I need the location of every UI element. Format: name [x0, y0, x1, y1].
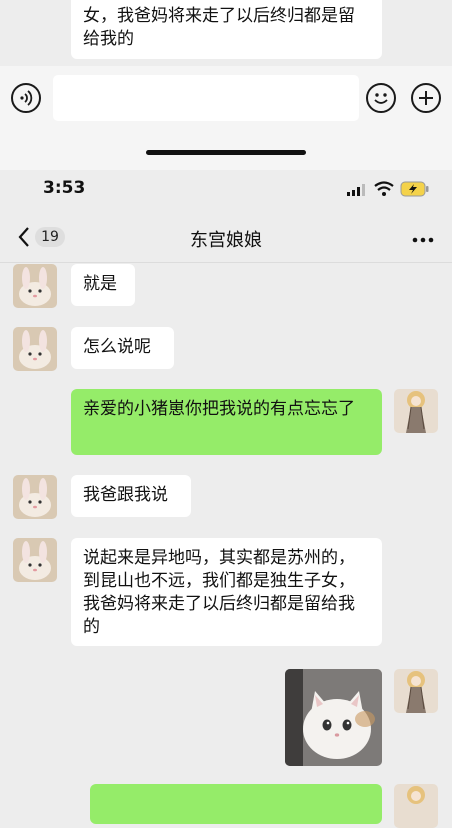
contact-avatar[interactable] [13, 475, 57, 519]
message-text: 我爸跟我说 [83, 485, 168, 505]
message-text: 就是 [83, 274, 117, 294]
message-text: 说起来是异地吗，其实都是苏州的，到昆山也不远，我们都是独生子女，我爸妈将来走了以… [83, 548, 355, 637]
image-message[interactable] [285, 669, 382, 766]
contact-avatar[interactable] [13, 264, 57, 308]
previous-chat-fragment: 的，到昆山也不远，我们都是独生子女，我爸妈将来走了以后终归都是留给我的 [0, 0, 452, 66]
contact-avatar[interactable] [13, 538, 57, 582]
more-functions-button[interactable] [411, 83, 441, 113]
contact-avatar[interactable] [13, 327, 57, 371]
smiley-icon [374, 93, 388, 104]
wifi-icon [374, 181, 394, 196]
plus-icon [419, 91, 433, 105]
message-bubble-fragment[interactable]: 的，到昆山也不远，我们都是独生子女，我爸妈将来走了以后终归都是留给我的 [71, 0, 382, 59]
message-bubble-received[interactable]: 就是 [71, 264, 135, 306]
message-text: 亲爱的小猪崽你把我说的有点忘忘了 [83, 399, 355, 419]
message-bubble-sent[interactable]: 亲爱的小猪崽你把我说的有点忘忘了 [71, 389, 382, 455]
message-bubble-received[interactable]: 说起来是异地吗，其实都是苏州的，到昆山也不远，我们都是独生子女，我爸妈将来走了以… [71, 538, 382, 646]
message-input[interactable] [53, 75, 359, 121]
self-avatar[interactable] [394, 669, 438, 713]
emoji-button[interactable] [366, 83, 396, 113]
self-avatar[interactable] [394, 784, 438, 828]
message-text: 怎么说呢 [83, 337, 151, 357]
message-bubble-received[interactable]: 怎么说呢 [71, 327, 174, 369]
voice-icon [20, 90, 33, 106]
gesture-area [0, 128, 452, 170]
more-options-icon[interactable] [412, 233, 434, 243]
message-text: 的，到昆山也不远，我们都是独生子女，我爸妈将来走了以后终归都是留给我的 [83, 0, 355, 49]
voice-button[interactable] [11, 83, 41, 113]
chat-title: 东宫娘娘 [190, 230, 262, 251]
home-indicator[interactable] [146, 150, 306, 155]
status-time: 3:53 [43, 178, 86, 198]
message-bubble-received[interactable]: 我爸跟我说 [71, 475, 191, 517]
cat-photo-icon [285, 669, 382, 766]
battery-charging-icon [400, 181, 429, 197]
message-bubble-sent-partial[interactable] [90, 784, 382, 824]
signal-icon [347, 184, 365, 196]
self-avatar[interactable] [394, 389, 438, 433]
